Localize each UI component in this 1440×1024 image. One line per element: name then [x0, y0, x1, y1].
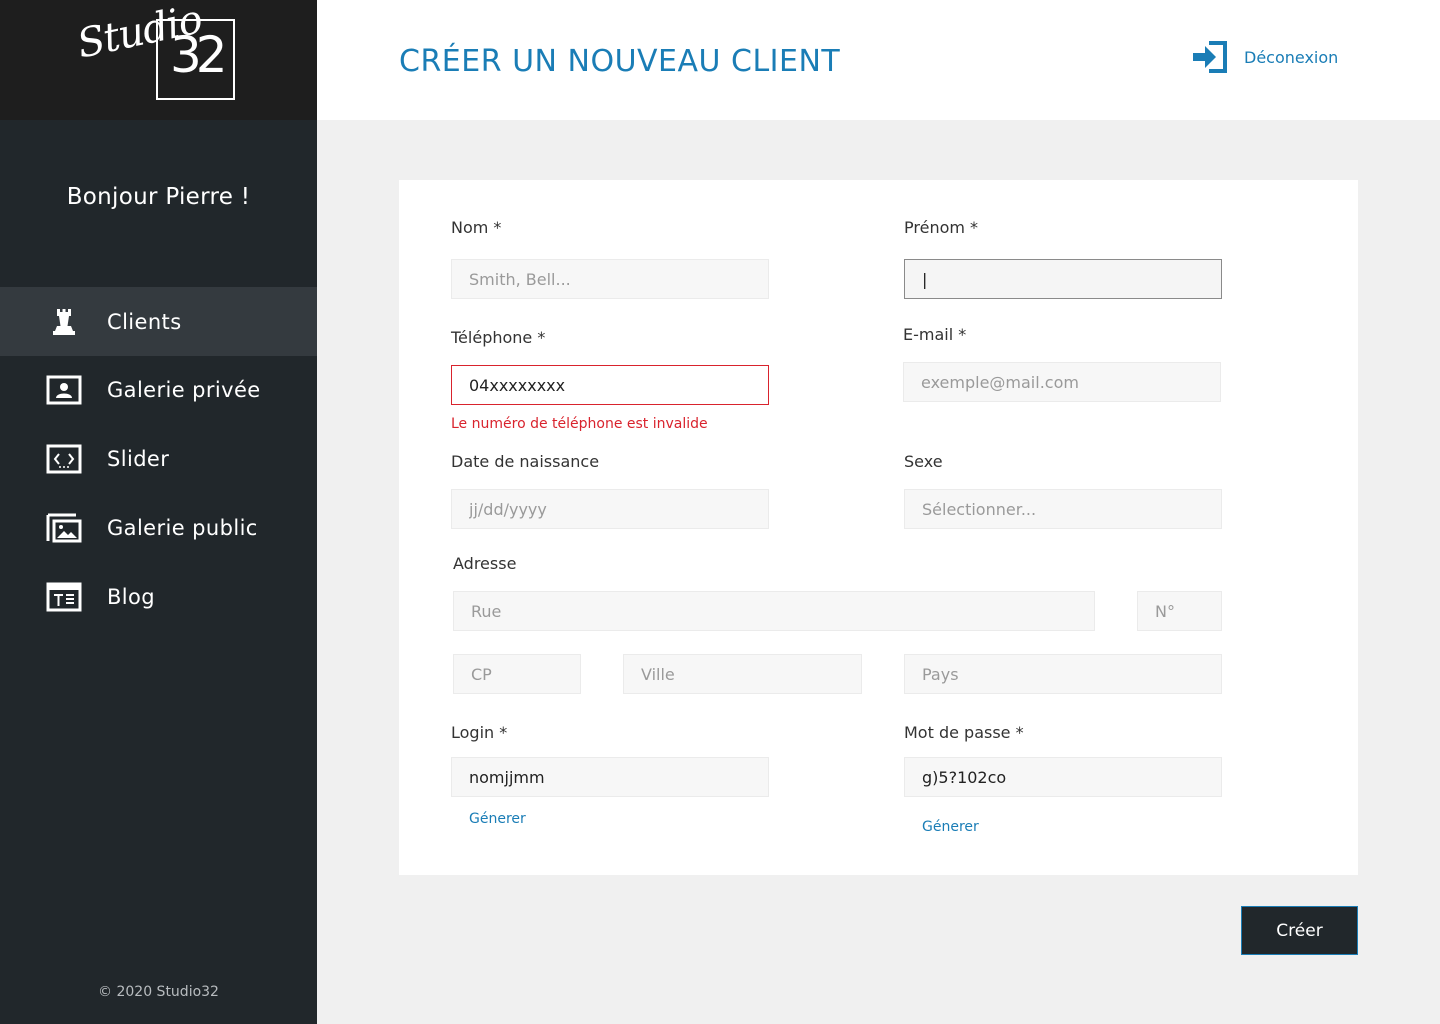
sexe-label: Sexe [904, 452, 943, 471]
sidebar: Studio 32 Bonjour Pierre ! Clients Galer… [0, 0, 317, 1024]
login-input[interactable] [451, 757, 769, 797]
password-input[interactable] [904, 757, 1222, 797]
sidebar-item-galerie-public[interactable]: Galerie public [0, 493, 317, 562]
login-label: Login * [451, 723, 508, 742]
nom-input[interactable] [451, 259, 769, 299]
telephone-label: Téléphone * [451, 328, 546, 347]
sidebar-item-slider[interactable]: Slider [0, 424, 317, 493]
prenom-input[interactable] [904, 259, 1222, 299]
date-naissance-label: Date de naissance [451, 452, 600, 471]
prenom-label: Prénom * [904, 218, 979, 237]
pays-input[interactable] [904, 654, 1222, 694]
client-form-card: Nom * Prénom * Téléphone * Le numéro de … [399, 180, 1358, 875]
blog-text-icon [46, 582, 82, 611]
sidebar-item-clients[interactable]: Clients [0, 287, 317, 356]
numero-input[interactable] [1137, 591, 1222, 631]
logo-number: 32 [170, 26, 228, 84]
sidebar-item-label: Galerie public [107, 515, 258, 540]
ville-input[interactable] [623, 654, 862, 694]
nom-label: Nom * [451, 218, 502, 237]
rue-input[interactable] [453, 591, 1095, 631]
create-button[interactable]: Créer [1241, 906, 1358, 955]
sidebar-item-galerie-privee[interactable]: Galerie privée [0, 355, 317, 424]
sidebar-item-label: Blog [107, 584, 156, 609]
telephone-input[interactable] [451, 365, 769, 405]
copyright: © 2020 Studio32 [98, 984, 219, 1000]
adresse-label: Adresse [453, 554, 517, 573]
sidebar-item-label: Clients [107, 309, 182, 334]
email-label: E-mail * [903, 325, 967, 344]
sexe-select[interactable] [904, 489, 1222, 529]
email-input[interactable] [903, 362, 1221, 402]
header: CRÉER UN NOUVEAU CLIENT Déconexion [317, 0, 1440, 120]
greeting: Bonjour Pierre ! [66, 184, 251, 210]
sidebar-item-label: Slider [107, 446, 170, 471]
password-label: Mot de passe * [904, 723, 1024, 742]
portrait-frame-icon [46, 375, 82, 404]
generate-login-link[interactable]: Génerer [469, 811, 526, 827]
date-naissance-input[interactable] [451, 489, 769, 529]
image-gallery-icon [46, 513, 82, 542]
generate-password-link[interactable]: Génerer [922, 819, 979, 835]
chess-piece-icon [53, 308, 75, 335]
logout-label: Déconexion [1244, 48, 1339, 67]
cp-input[interactable] [453, 654, 581, 694]
sign-in-arrow-icon [1193, 41, 1227, 73]
sidebar-item-blog[interactable]: Blog [0, 562, 317, 631]
page-title: CRÉER UN NOUVEAU CLIENT [399, 44, 841, 79]
sidebar-item-label: Galerie privée [107, 377, 261, 402]
telephone-error-message: Le numéro de téléphone est invalide [451, 416, 708, 432]
slider-frame-icon [46, 444, 82, 473]
logo-area: Studio 32 [0, 0, 317, 120]
